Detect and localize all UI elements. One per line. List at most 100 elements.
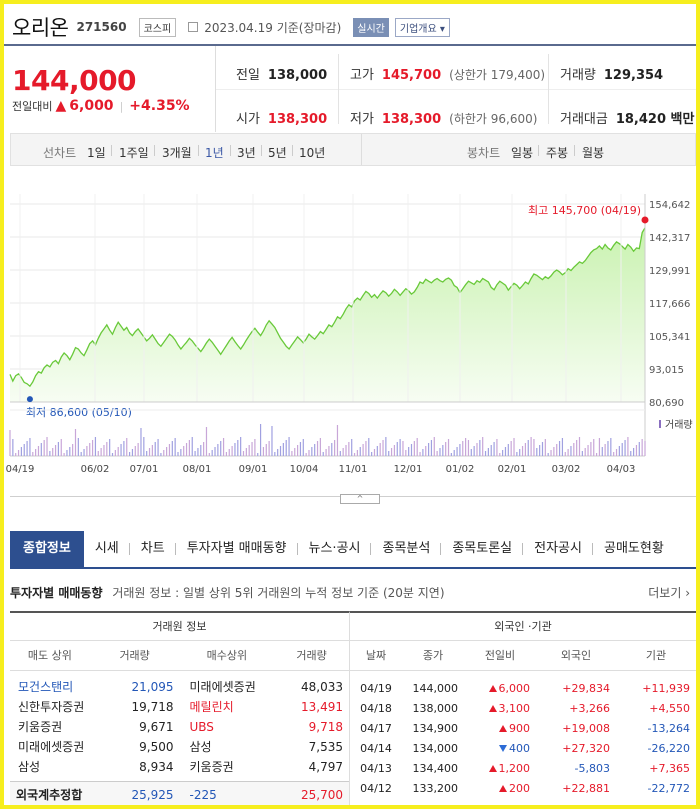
tab-3[interactable]: 투자자별 매매동향 <box>176 531 298 567</box>
candle-daily[interactable]: 일봉 <box>511 144 533 161</box>
volume-bar <box>604 444 606 456</box>
volume-bar <box>177 452 179 456</box>
x-tick-label: 09/01 <box>239 464 268 475</box>
main-tabs: 종합정보 시세 차트 투자자별 매매동향 뉴스·공시 종목분석 종목토론실 전자공시 공매도현황 <box>10 531 696 569</box>
volume-bar <box>550 450 552 456</box>
tab-1[interactable]: 시세 <box>84 531 130 567</box>
volume-bar <box>279 446 282 456</box>
broker-name[interactable]: 미래에셋증권 <box>180 677 275 697</box>
inst-row: 04/14 134,000 400 +27,320 -26,220 <box>350 739 696 759</box>
volume-bar <box>624 440 626 456</box>
volume-bar <box>140 428 142 456</box>
volume-legend-swatch <box>659 420 661 428</box>
broker-name[interactable]: 키움증권 <box>180 757 275 777</box>
collapse-chart-button[interactable]: ^ <box>340 494 380 504</box>
period-10y[interactable]: 10년 <box>299 144 325 161</box>
volume-bar <box>482 437 484 456</box>
col-buy-top: 매수상위 <box>206 649 248 662</box>
tab-5[interactable]: 종목분석 <box>371 531 442 567</box>
volume-bar <box>348 442 350 456</box>
col-sell-vol: 거래량 <box>119 649 150 662</box>
period-3m[interactable]: 3개월 <box>162 144 192 161</box>
period-5y[interactable]: 5년 <box>268 144 287 161</box>
volume-bar <box>251 442 253 456</box>
volume-bar <box>282 443 284 456</box>
volume-bar <box>23 444 25 456</box>
volume-bar <box>382 440 384 456</box>
stat-open: 시가 138,300 <box>236 112 328 127</box>
volume-bar <box>143 437 145 456</box>
broker-name[interactable]: 미래에셋증권 <box>10 737 90 757</box>
volume-bar <box>416 438 418 456</box>
volume-bar <box>479 440 481 456</box>
inst-foreign: +27,320 <box>562 742 610 755</box>
volume-bar <box>524 443 527 456</box>
volume-bar <box>86 446 88 456</box>
volume-bar <box>638 442 640 456</box>
broker-name[interactable]: UBS <box>180 717 275 737</box>
volume-bar <box>578 437 581 456</box>
volume-bar <box>379 443 381 456</box>
candle-weekly[interactable]: 주봉 <box>546 144 568 161</box>
volume-bar <box>470 449 472 456</box>
volume-bar <box>131 449 134 456</box>
volume-bar <box>49 451 51 456</box>
company-info-dropdown[interactable]: 기업개요 ▾ <box>394 17 450 37</box>
volume-bar <box>447 439 450 456</box>
broker-name[interactable]: 신한투자증권 <box>10 697 90 717</box>
tab-7[interactable]: 전자공시 <box>523 531 593 567</box>
inst-row: 04/19 144,000 6,000 +29,834 +11,939 <box>350 679 696 699</box>
low-marker <box>26 396 33 403</box>
volume-bar <box>231 446 233 456</box>
volume-bar <box>265 444 267 456</box>
volume-bar <box>160 453 162 456</box>
tab-8[interactable]: 공매도현황 <box>593 531 675 567</box>
period-1d[interactable]: 1일 <box>87 144 106 161</box>
broker-name[interactable]: 키움증권 <box>10 717 90 737</box>
volume-bar <box>630 451 632 456</box>
x-tick-label: 04/03 <box>607 464 636 475</box>
stock-header: 오리온 271560 코스피 2023.04.19 기준(장마감) 실시간 기업… <box>12 12 450 42</box>
inst-change: 900 <box>464 719 536 739</box>
broker-name[interactable]: 삼성 <box>10 757 90 777</box>
tab-4[interactable]: 뉴스·공시 <box>298 531 372 567</box>
stock-name[interactable]: 오리온 <box>12 12 69 42</box>
period-1w[interactable]: 1주일 <box>119 144 149 161</box>
period-1y[interactable]: 1년 <box>205 144 224 161</box>
volume-bar <box>237 440 239 456</box>
volume-bar <box>610 438 612 456</box>
period-3y[interactable]: 3년 <box>237 144 256 161</box>
tab-0[interactable]: 종합정보 <box>10 531 84 567</box>
price-chart[interactable]: 154,642 142,317 129,991 117,666 105,341 93,01… <box>4 166 696 484</box>
realtime-button[interactable]: 실시간 <box>353 17 389 37</box>
foreign-institution-table: 외국인 ·기관 날짜 종가 전일비 외국인 기관 04/19 144,000 6,0… <box>350 611 696 799</box>
inst-foreign: +19,008 <box>562 722 610 735</box>
volume-bar <box>601 447 603 456</box>
volume-bar <box>52 448 54 456</box>
volume-bar <box>618 446 620 456</box>
x-tick-label: 04/19 <box>6 464 35 475</box>
volume-bar <box>89 443 91 456</box>
broker-name[interactable]: 삼성 <box>180 737 275 757</box>
tab-2[interactable]: 차트 <box>130 531 176 567</box>
volume-bar <box>615 449 618 456</box>
volume-bar <box>553 447 555 456</box>
volume-bar <box>285 440 287 456</box>
broker-volume: 7,535 <box>308 740 343 754</box>
tab-6[interactable]: 종목토론실 <box>441 531 524 567</box>
stat-amount: 거래대금 18,420 백만 <box>560 112 695 127</box>
volume-bar <box>462 441 464 456</box>
more-link[interactable]: 더보기 › <box>648 584 690 601</box>
volume-bar <box>368 438 370 456</box>
broker-name[interactable]: 모건스탠리 <box>10 677 90 697</box>
volume-bar <box>490 445 492 456</box>
inst-institution: -26,220 <box>647 742 690 755</box>
volume-bar <box>242 451 245 456</box>
volume-bar <box>436 451 438 456</box>
broker-name[interactable]: 메릴린치 <box>180 697 275 717</box>
volume-bar <box>83 449 85 456</box>
candle-monthly[interactable]: 월봉 <box>582 144 604 161</box>
volume-bar <box>171 441 173 456</box>
volume-bar <box>390 448 393 456</box>
inst-foreign: +29,834 <box>562 682 610 695</box>
